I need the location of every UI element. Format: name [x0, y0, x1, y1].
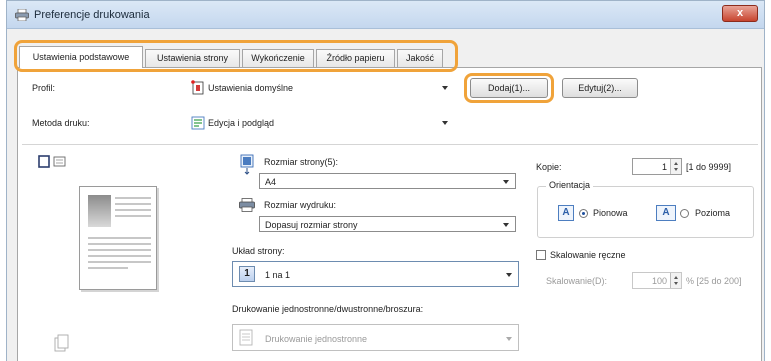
- tab-label: Jakość: [405, 53, 434, 63]
- printer-icon: [15, 9, 29, 21]
- close-button[interactable]: x: [722, 5, 758, 22]
- page-size-icon: [240, 154, 254, 175]
- output-size-label: Rozmiar wydruku:: [264, 200, 337, 210]
- chevron-down-icon: [503, 223, 509, 227]
- duplex-preview-icon: [54, 334, 69, 352]
- print-method-value: Edycja i podgląd: [208, 118, 275, 128]
- landscape-label: Pozioma: [695, 208, 731, 218]
- profile-icon: [191, 80, 204, 95]
- page-layout-select[interactable]: 1 1 na 1: [232, 261, 519, 287]
- portrait-label: Pionowa: [593, 208, 628, 218]
- tab-finishing[interactable]: Wykończenie: [242, 49, 314, 68]
- tab-page-settings[interactable]: Ustawienia strony: [145, 49, 240, 68]
- page-layout-label: Układ strony:: [232, 246, 285, 256]
- print-preferences-dialog: Preferencje drukowania x Ustawienia pods…: [6, 0, 765, 361]
- duplex-value: Drukowanie jednostronne: [265, 334, 368, 344]
- copies-value: 1: [661, 162, 667, 172]
- portrait-icon: A: [558, 205, 574, 221]
- tab-strip: Ustawienia podstawowe Ustawienia strony …: [17, 46, 453, 68]
- chevron-down-icon: [506, 273, 512, 277]
- chevron-down-icon: [442, 121, 448, 125]
- landscape-radio[interactable]: [680, 209, 689, 218]
- tab-label: Ustawienia podstawowe: [32, 52, 130, 62]
- copies-stepper[interactable]: 1: [632, 158, 682, 175]
- copies-label: Kopie:: [536, 162, 562, 172]
- manual-scaling-checkbox[interactable]: [536, 250, 546, 260]
- page-layout-icon: 1: [239, 266, 255, 282]
- tab-label: Źródło papieru: [326, 53, 385, 63]
- close-icon: x: [736, 7, 744, 19]
- duplex-icon: [239, 329, 253, 346]
- title-bar: Preferencje drukowania x: [7, 1, 764, 29]
- output-size-select[interactable]: Dopasuj rozmiar strony: [259, 216, 516, 232]
- add-profile-button[interactable]: Dodaj(1)...: [470, 78, 548, 98]
- landscape-icon: A: [656, 205, 676, 221]
- page-size-select[interactable]: A4: [259, 173, 516, 189]
- output-size-value: Dopasuj rozmiar strony: [265, 220, 358, 230]
- page-layout-value: 1 na 1: [265, 270, 291, 280]
- scaling-label: Skalowanie(D):: [546, 276, 608, 286]
- page-size-label: Rozmiar strony(5):: [264, 157, 339, 167]
- manual-scaling-label: Skalowanie ręczne: [550, 250, 626, 260]
- stepper-arrows-icon[interactable]: [670, 273, 681, 288]
- preview-view-icon[interactable]: [38, 155, 68, 168]
- profile-label: Profil:: [32, 83, 56, 93]
- copies-range: [1 do 9999]: [686, 162, 732, 172]
- basic-settings-panel: Profil: Ustawienia domyślne Dodaj(1)... …: [17, 67, 762, 361]
- page-size-value: A4: [265, 177, 277, 187]
- window-title: Preferencje drukowania: [34, 9, 150, 21]
- tab-paper-source[interactable]: Źródło papieru: [316, 49, 395, 68]
- chevron-down-icon: [503, 180, 509, 184]
- orientation-group-label: Orientacja: [546, 180, 594, 190]
- tab-label: Wykończenie: [251, 53, 305, 63]
- output-size-icon: [239, 198, 255, 212]
- scaling-stepper[interactable]: 100: [632, 272, 682, 289]
- edit-profile-button[interactable]: Edytuj(2)...: [562, 78, 638, 98]
- scaling-value: 100: [651, 276, 667, 286]
- duplex-label: Drukowanie jednostronne/dwustronne/brosz…: [232, 304, 424, 314]
- separator: [22, 144, 758, 145]
- tab-quality[interactable]: Jakość: [397, 49, 443, 68]
- portrait-radio[interactable]: [579, 209, 588, 218]
- chevron-down-icon: [442, 86, 448, 90]
- stepper-arrows-icon[interactable]: [670, 159, 681, 174]
- duplex-select[interactable]: Drukowanie jednostronne: [232, 324, 519, 351]
- page-preview: [79, 186, 157, 290]
- profile-value: Ustawienia domyślne: [208, 83, 294, 93]
- preview-image-block: [88, 195, 111, 227]
- tab-label: Ustawienia strony: [156, 53, 229, 63]
- tab-basic-settings[interactable]: Ustawienia podstawowe: [19, 46, 143, 68]
- profile-select[interactable]: Ustawienia domyślne: [186, 78, 454, 98]
- print-method-select[interactable]: Edycja i podgląd: [186, 113, 454, 133]
- edit-preview-icon: [191, 116, 205, 130]
- chevron-down-icon: [506, 337, 512, 341]
- print-method-label: Metoda druku:: [32, 118, 90, 128]
- scaling-range: % [25 do 200]: [686, 276, 742, 286]
